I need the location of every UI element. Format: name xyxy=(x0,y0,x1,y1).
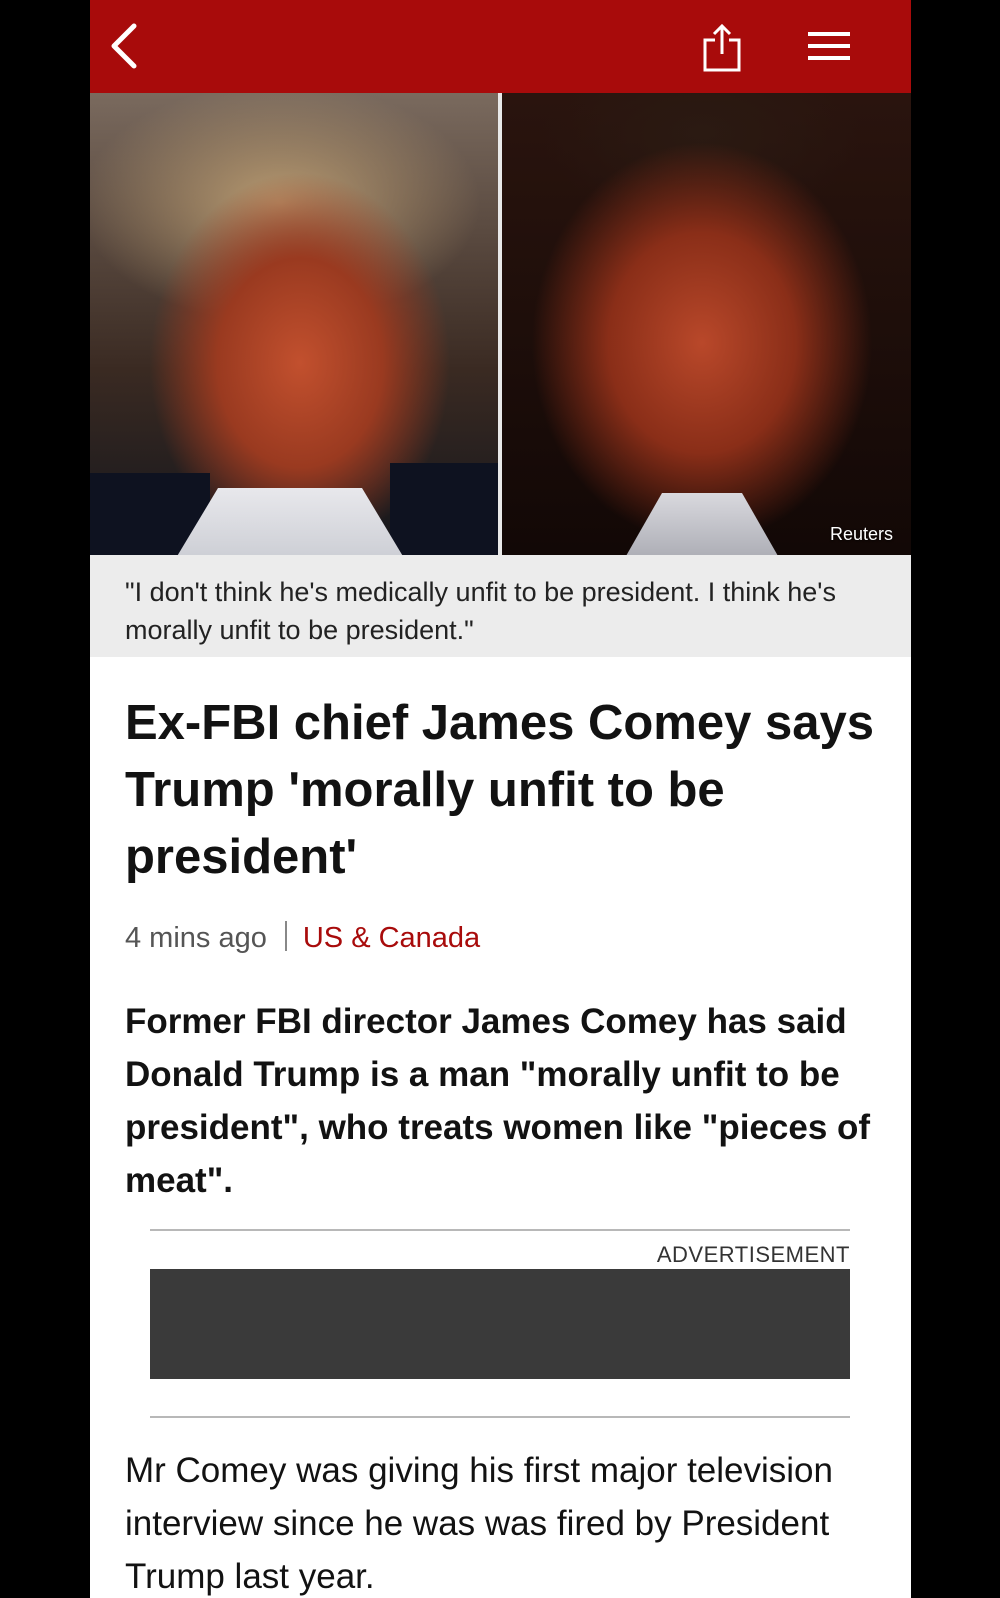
image-caption: "I don't think he's medically unfit to b… xyxy=(90,555,911,657)
hamburger-menu-icon xyxy=(808,32,850,60)
photo-comey xyxy=(502,93,911,555)
article-headline: Ex-FBI chief James Comey says Trump 'mor… xyxy=(125,696,874,884)
ad-divider-bottom xyxy=(150,1416,850,1418)
article-meta: 4 mins ago US & Canada xyxy=(125,918,480,958)
photo-trump xyxy=(90,93,500,555)
hero-image: Reuters xyxy=(90,93,911,555)
meta-separator xyxy=(284,921,287,952)
article-screen: Reuters "I don't think he's medically un… xyxy=(90,0,911,1598)
timestamp: 4 mins ago xyxy=(125,922,267,954)
caption-text: "I don't think he's medically unfit to b… xyxy=(125,577,836,645)
share-icon xyxy=(703,23,741,72)
top-navigation-bar xyxy=(90,0,911,93)
article-body-paragraph: Mr Comey was giving his first major tele… xyxy=(125,1451,833,1596)
menu-button[interactable] xyxy=(806,26,852,66)
advertisement-slot[interactable] xyxy=(150,1269,850,1379)
share-button[interactable] xyxy=(700,22,744,74)
section-link[interactable]: US & Canada xyxy=(303,922,480,954)
back-button[interactable] xyxy=(104,20,144,72)
photo-credit: Reuters xyxy=(829,524,893,544)
chevron-left-icon xyxy=(111,23,137,69)
article-summary: Former FBI director James Comey has said… xyxy=(125,1002,871,1200)
advertisement-label: ADVERTISEMENT xyxy=(656,1242,850,1267)
ad-divider-top xyxy=(150,1229,850,1231)
